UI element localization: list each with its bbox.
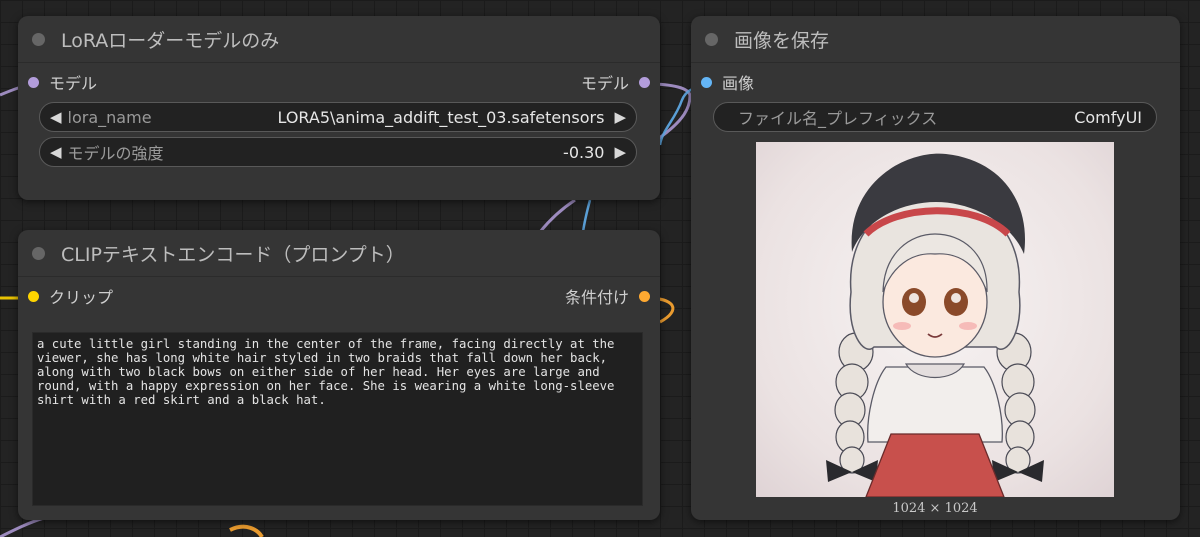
image-size-caption: 1024 × 1024 [892, 501, 978, 516]
clip-text-encode-node[interactable]: CLIPテキストエンコード（プロンプト） クリップ 条件付け a cute li… [18, 230, 660, 520]
clip-node-header[interactable]: CLIPテキストエンコード（プロンプト） [18, 230, 660, 277]
image-input-label: 画像 [722, 74, 755, 93]
red-skirt [865, 433, 1005, 497]
clip-node-title: CLIPテキストエンコード（プロンプト） [61, 243, 405, 266]
model-strength-value[interactable]: -0.30 [563, 143, 604, 162]
conditioning-output-dot-icon[interactable] [639, 290, 650, 302]
model-input-label: モデル [49, 74, 98, 93]
conditioning-output-slot[interactable]: 条件付け [565, 283, 650, 309]
arrow-left-icon[interactable]: ◀ [50, 143, 62, 161]
left-braid [834, 332, 874, 474]
clip-input-slot[interactable]: クリップ [28, 283, 113, 309]
lora-node-header[interactable]: LoRAローダーモデルのみ [18, 16, 660, 63]
arrow-left-icon[interactable]: ◀ [50, 108, 62, 126]
wire-model-lower [538, 198, 576, 233]
conditioning-output-label: 条件付け [564, 288, 629, 307]
wire-model-bottom [0, 516, 45, 537]
collapse-dot-icon[interactable] [32, 32, 45, 46]
lora-node-title: LoRAローダーモデルのみ [61, 29, 280, 52]
lora-loader-node[interactable]: LoRAローダーモデルのみ モデル モデル ◀ lora_name LORA5\… [18, 16, 660, 200]
wire-conditioning-lower [229, 524, 264, 537]
image-input-slot[interactable]: 画像 [701, 69, 754, 95]
model-strength-number[interactable]: ◀ モデルの強度 -0.30 ▶ [39, 137, 637, 167]
save-node-header[interactable]: 画像を保存 [691, 16, 1180, 63]
prompt-textarea[interactable]: a cute little girl standing in the cente… [32, 332, 643, 506]
model-output-dot-icon[interactable] [639, 76, 650, 88]
model-strength-label: モデルの強度 [67, 144, 164, 163]
clip-input-dot-icon[interactable] [28, 290, 39, 302]
model-input-dot-icon[interactable] [28, 76, 39, 88]
arrow-right-icon[interactable]: ▶ [614, 108, 626, 126]
filename-prefix-value[interactable]: ComfyUI [1074, 108, 1142, 127]
collapse-dot-icon[interactable] [705, 32, 718, 46]
right-braid [996, 332, 1036, 474]
clip-input-label: クリップ [49, 288, 114, 307]
image-input-dot-icon[interactable] [701, 76, 712, 88]
wire-image-lower [581, 199, 592, 233]
shirt [867, 366, 1003, 443]
filename-prefix-input[interactable]: ファイル名_プレフィックス ComfyUI [713, 102, 1157, 132]
collapse-dot-icon[interactable] [32, 246, 45, 260]
lora-name-value[interactable]: LORA5\anima_addift_test_03.safetensors [277, 108, 604, 127]
model-output-slot[interactable]: モデル [581, 69, 650, 95]
lora-name-label: lora_name [67, 107, 152, 127]
model-output-label: モデル [580, 74, 629, 93]
save-image-node[interactable]: 画像を保存 画像 ファイル名_プレフィックス ComfyUI 1024 × 10… [691, 16, 1180, 520]
arrow-right-icon[interactable]: ▶ [614, 143, 626, 161]
image-preview[interactable] [756, 142, 1114, 497]
girl-illustration-image [826, 153, 1044, 497]
save-node-title: 画像を保存 [734, 29, 830, 52]
model-input-slot[interactable]: モデル [28, 69, 97, 95]
lora-name-combo[interactable]: ◀ lora_name LORA5\anima_addift_test_03.s… [39, 102, 637, 132]
filename-prefix-label: ファイル名_プレフィックス [738, 109, 938, 128]
